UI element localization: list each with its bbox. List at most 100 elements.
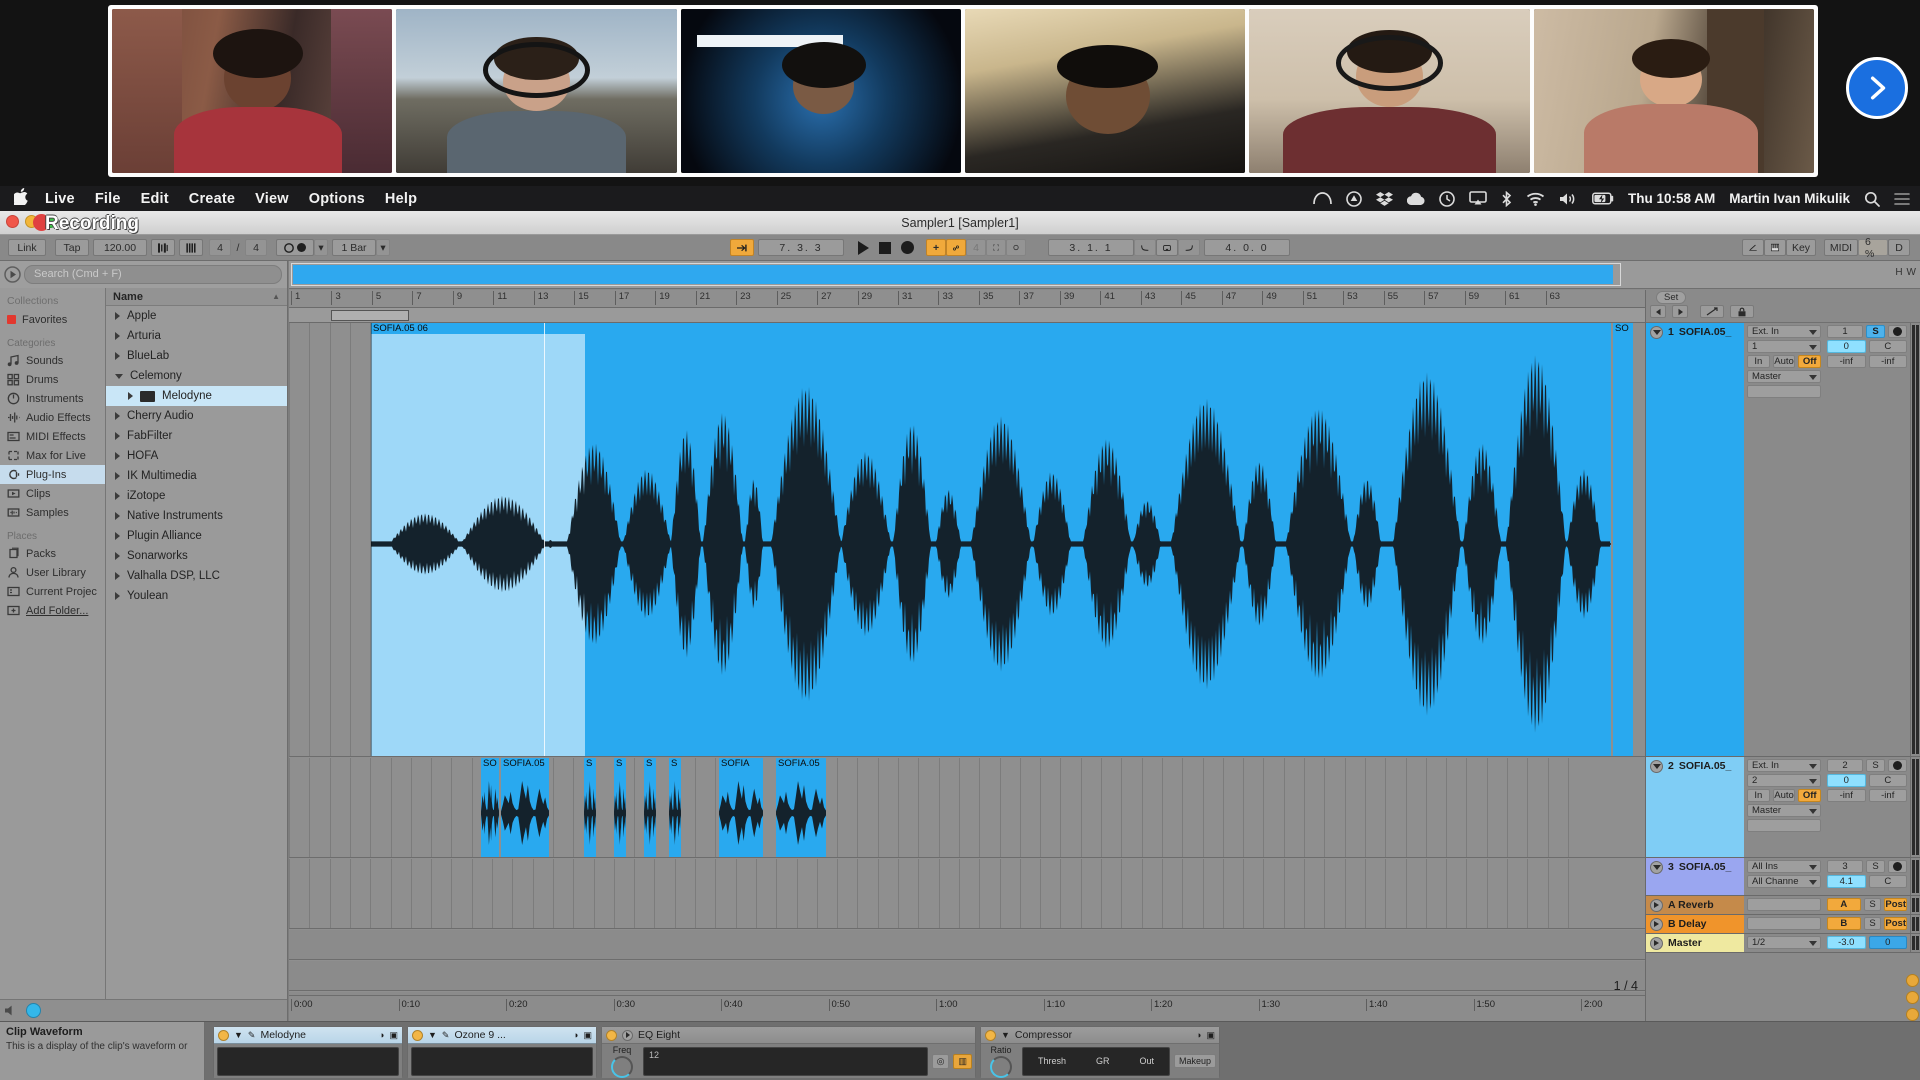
monitor-in-button-2[interactable]: In — [1747, 789, 1770, 802]
track-resize-button[interactable] — [1700, 305, 1724, 318]
stop-button[interactable] — [879, 241, 891, 254]
save-icon[interactable]: ▣ — [1206, 1030, 1215, 1041]
tap-tempo-button[interactable]: Tap — [55, 239, 89, 256]
sidebar-item-favorites[interactable]: Favorites — [0, 310, 105, 329]
return-input-b[interactable] — [1747, 917, 1821, 930]
automation-arm-button[interactable] — [946, 239, 966, 256]
hotswap-icon[interactable]: ◑ — [1196, 1030, 1201, 1040]
save-icon[interactable]: ▣ — [389, 1030, 398, 1041]
sidebar-item-audio-effects[interactable]: Audio Effects — [0, 408, 105, 427]
list-item[interactable]: FabFilter — [106, 426, 287, 446]
track-fold-button[interactable] — [1650, 861, 1663, 874]
arrangement-overview[interactable]: H W — [289, 261, 1920, 289]
re-enable-automation-button[interactable]: 4 — [966, 239, 986, 256]
volume-field-1[interactable]: 0 — [1827, 340, 1866, 353]
input-type-chooser-3[interactable]: All Ins — [1747, 860, 1821, 873]
output-type-chooser-1[interactable]: Master — [1747, 370, 1821, 383]
overview-viewport-frame[interactable] — [291, 263, 1621, 286]
loop-start-field[interactable]: 3. 1. 1 — [1048, 239, 1134, 256]
list-item[interactable]: Apple — [106, 306, 287, 326]
output-channel-chooser-1[interactable] — [1747, 385, 1821, 398]
device-header-melodyne[interactable]: ▼ ✎ Melodyne ◑ ▣ — [214, 1027, 402, 1044]
video-tile-1[interactable] — [112, 9, 393, 173]
record-quantization-toggle[interactable] — [276, 239, 314, 256]
set-locator-button[interactable]: Set — [1656, 291, 1687, 304]
lock-envelopes-button[interactable] — [1730, 305, 1754, 318]
battery-icon[interactable] — [1592, 192, 1614, 205]
output-type-chooser-2[interactable]: Master — [1747, 804, 1821, 817]
monitor-auto-button-2[interactable]: Auto — [1772, 789, 1796, 802]
chevron-right-icon[interactable] — [115, 552, 120, 560]
quantization-value[interactable]: 1 Bar — [332, 239, 376, 256]
peak-left-2[interactable]: -inf — [1827, 789, 1866, 802]
comp-ratio-control[interactable]: Ratio — [984, 1045, 1018, 1078]
dropbox-icon[interactable] — [1375, 191, 1393, 207]
device-header-compressor[interactable]: ▼ Compressor ◑ ▣ — [981, 1027, 1219, 1044]
analyze-icon[interactable]: ▥ — [953, 1053, 972, 1069]
track-lane-return-a[interactable] — [289, 930, 1645, 960]
track-unfold-button[interactable] — [1650, 936, 1663, 950]
loop-length-field[interactable]: 4. 0. 0 — [1204, 239, 1290, 256]
record-arm-button-2[interactable] — [1888, 759, 1907, 772]
play-icon[interactable] — [622, 1029, 633, 1041]
crossfade-a-button[interactable] — [1905, 974, 1919, 987]
list-item[interactable]: Sonarworks — [106, 546, 287, 566]
device-header-eq-eight[interactable]: EQ Eight — [602, 1027, 975, 1044]
track-fold-button[interactable] — [1650, 326, 1663, 339]
browser-search-input[interactable]: Search (Cmd + F) — [24, 265, 282, 284]
sidebar-item-user-library[interactable]: User Library — [0, 563, 105, 582]
loop-toggle-button[interactable] — [1156, 239, 1178, 256]
track-header-1[interactable]: 1 SOFIA.05_ Ext. In 1 In Auto Off Master — [1646, 323, 1920, 757]
audio-clip-track1[interactable]: SOFIA.05 06 — [371, 323, 1611, 756]
peak-right-1[interactable]: -inf — [1868, 355, 1907, 368]
chevron-right-icon[interactable] — [115, 472, 120, 480]
track-header-return-b[interactable]: B Delay B S Post — [1646, 915, 1920, 934]
time-signature-numerator[interactable]: 4 — [209, 239, 231, 256]
comp-ratio-knob[interactable] — [990, 1055, 1012, 1078]
headphone-icon[interactable]: ◎ — [931, 1053, 950, 1069]
sidebar-item-plug-ins[interactable]: Plug-Ins — [0, 465, 105, 484]
chevron-right-icon[interactable] — [115, 592, 120, 600]
track-lane-3[interactable] — [289, 859, 1645, 929]
chevron-right-icon[interactable] — [115, 492, 120, 500]
peak-right-2[interactable]: -inf — [1868, 789, 1907, 802]
device-melodyne[interactable]: ▼ ✎ Melodyne ◑ ▣ — [213, 1026, 403, 1078]
loop-brace[interactable] — [331, 310, 409, 321]
video-tile-2[interactable] — [396, 9, 677, 173]
menu-item-edit[interactable]: Edit — [141, 191, 169, 207]
master-title[interactable]: Master — [1668, 937, 1702, 949]
bluetooth-icon[interactable] — [1501, 190, 1512, 207]
list-item[interactable]: HOFA — [106, 446, 287, 466]
input-channel-chooser-2[interactable]: 2 — [1747, 774, 1821, 787]
video-tile-6[interactable] — [1533, 9, 1814, 173]
next-locator-button[interactable] — [1672, 305, 1688, 318]
track-fold-button[interactable] — [1650, 760, 1663, 773]
eq-display[interactable]: 12 — [643, 1046, 928, 1076]
link-button[interactable]: Link — [8, 239, 46, 256]
return-title-b[interactable]: B Delay — [1668, 918, 1707, 930]
solo-button-2[interactable]: S — [1866, 759, 1885, 772]
plugin-display[interactable] — [411, 1046, 593, 1076]
beat-time-ruler[interactable]: 1 3 5 7 9 11 13 15 17 19 21 23 25 27 29 31 33 35 37 39 41 43 4… — [289, 290, 1645, 308]
draw-mode-button[interactable]: + — [926, 239, 946, 256]
chevron-right-icon[interactable] — [115, 512, 120, 520]
sort-asc-icon[interactable]: ▲ — [272, 292, 280, 301]
sidebar-item-midi-effects[interactable]: MIDI Effects — [0, 427, 105, 446]
return-name-area-a[interactable]: A Reverb — [1646, 896, 1744, 914]
control-center-icon[interactable] — [1894, 192, 1910, 206]
return-activator-b[interactable]: B — [1827, 917, 1861, 930]
audio-clip-track2[interactable]: SOFIA.05 — [776, 758, 826, 857]
return-input-a[interactable] — [1747, 898, 1821, 911]
audio-clip-track2[interactable]: SO — [481, 758, 499, 857]
browser-list-header[interactable]: Name ▲ — [106, 288, 287, 306]
return-solo-b[interactable]: S — [1863, 917, 1882, 930]
device-eq-eight[interactable]: EQ Eight Freq 12 ◎ ▥ — [601, 1026, 976, 1078]
record-button[interactable] — [901, 241, 914, 254]
list-item[interactable]: IK Multimedia — [106, 466, 287, 486]
volume-field-2[interactable]: 0 — [1827, 774, 1866, 787]
sidebar-item-drums[interactable]: Drums — [0, 370, 105, 389]
return-activator-a[interactable]: A — [1827, 898, 1861, 911]
audio-clip-track2[interactable]: S — [584, 758, 596, 857]
comp-makeup-button[interactable]: Makeup — [1173, 1054, 1216, 1068]
list-item[interactable]: iZotope — [106, 486, 287, 506]
